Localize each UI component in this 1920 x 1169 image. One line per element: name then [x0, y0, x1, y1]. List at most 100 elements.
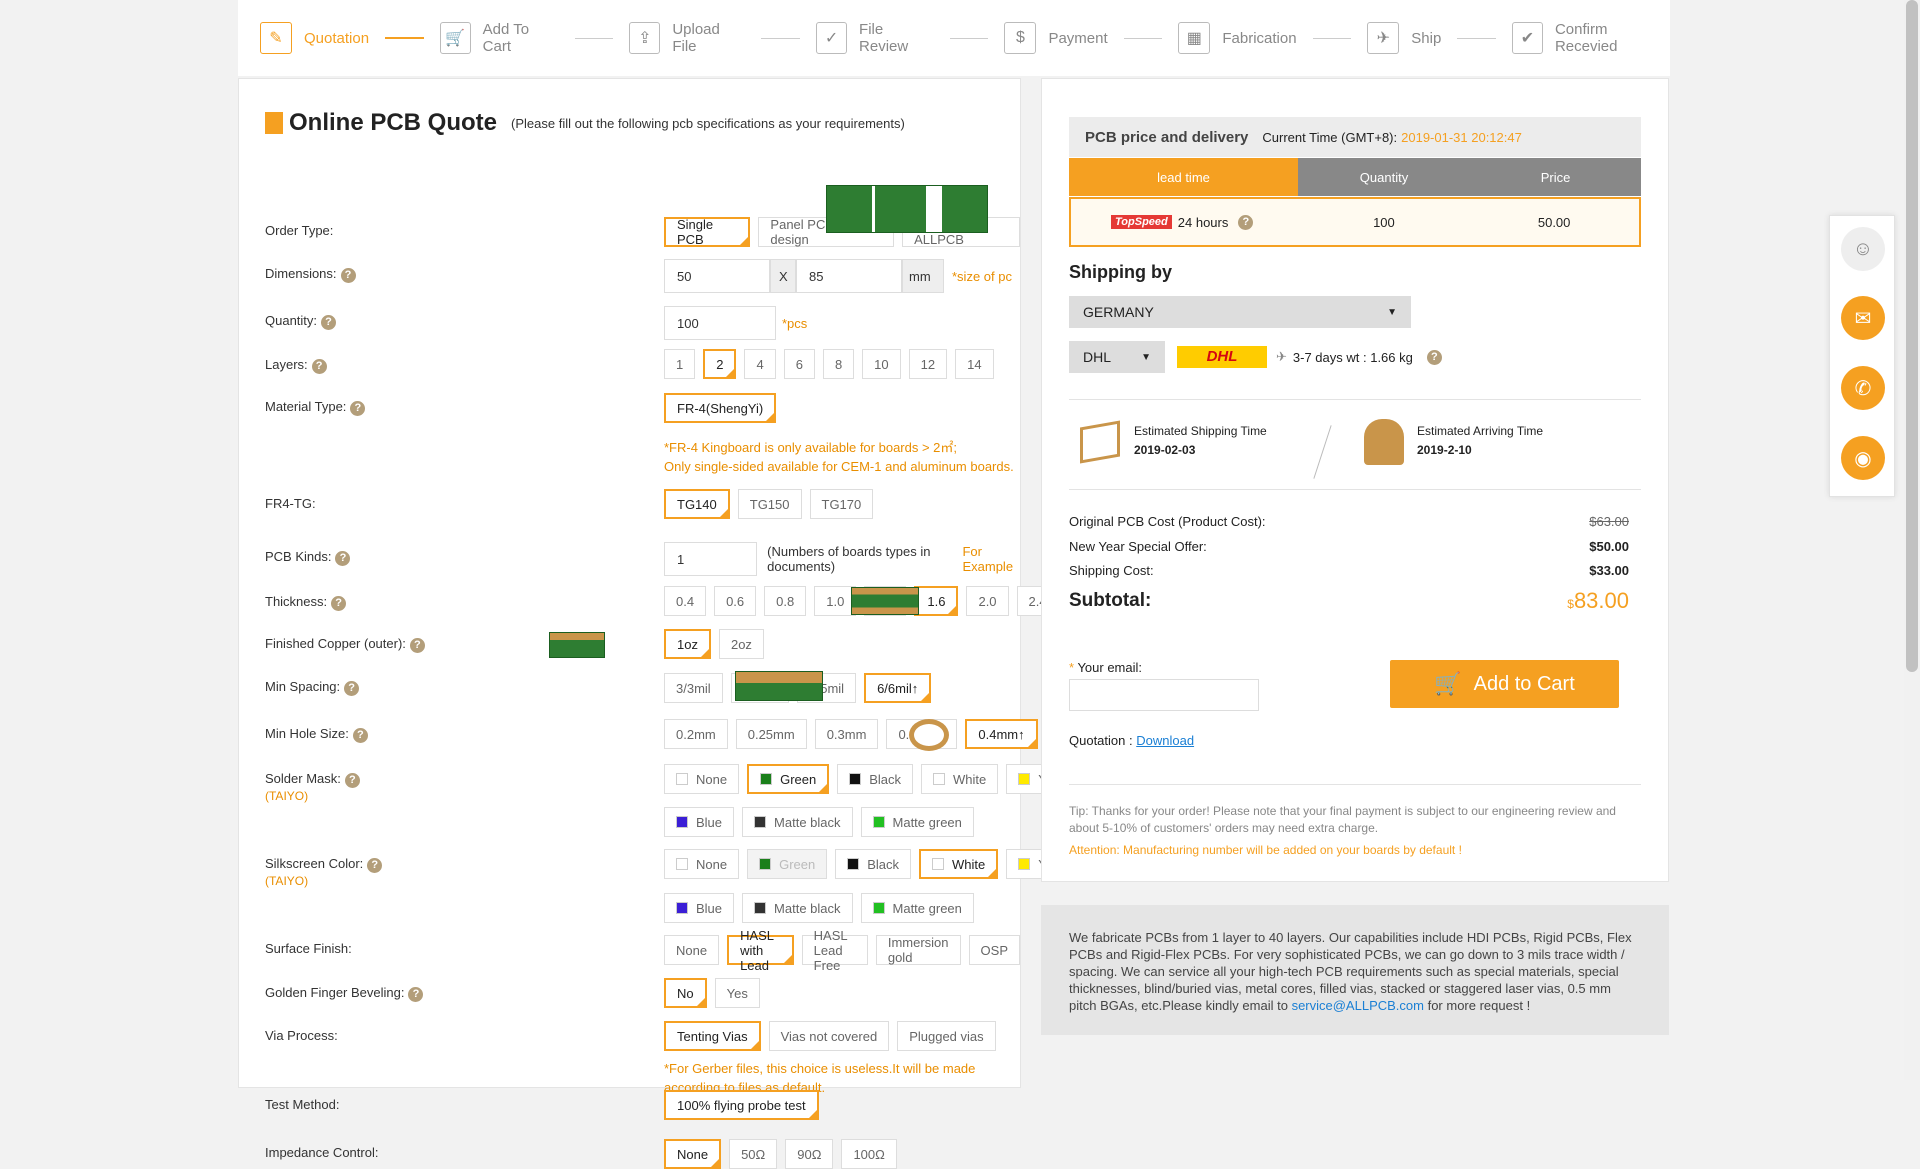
option-solder-3[interactable]: White [921, 764, 999, 794]
help-icon[interactable]: ? [335, 551, 351, 566]
option-thickness-3[interactable]: 1.0 [814, 586, 857, 616]
step-4[interactable]: $ Payment [1004, 22, 1108, 54]
option-test-0[interactable]: 100% flying probe test [664, 1090, 819, 1120]
kinds-input[interactable]: 1 [664, 542, 758, 576]
option-layers-6[interactable]: 12 [908, 349, 948, 379]
page-title: Online PCB Quote (Please fill out the fo… [265, 109, 905, 137]
option-via-0[interactable]: Tenting Vias [664, 1021, 761, 1051]
option-hole-4[interactable]: 0.4mm↑ [965, 719, 1038, 749]
help-icon[interactable]: ? [344, 681, 360, 696]
option-layers-7[interactable]: 14 [955, 349, 994, 379]
option-tg-0[interactable]: TG140 [664, 489, 730, 519]
option-solder2-0[interactable]: Blue [664, 807, 735, 837]
option-hole-1[interactable]: 0.25mm [735, 719, 807, 749]
add-to-cart-button[interactable]: 🛒 Add to Cart [1390, 660, 1619, 708]
option-impedance-2[interactable]: 90Ω [785, 1139, 834, 1169]
height-input[interactable]: 85 [796, 259, 902, 293]
label-quantity: Quantity:? [265, 313, 425, 330]
option-layers-4[interactable]: 8 [822, 349, 855, 379]
option-spacing-0[interactable]: 3/3mil [664, 673, 723, 703]
option-solder-0[interactable]: None [664, 764, 740, 794]
service-email-link[interactable]: service@ALLPCB.com [1292, 998, 1424, 1013]
option-layers-0[interactable]: 1 [664, 349, 696, 379]
scrollbar-thumb[interactable] [1906, 0, 1918, 672]
help-icon[interactable]: ? [1426, 349, 1442, 365]
country-select[interactable]: GERMANY ▼ [1069, 296, 1411, 328]
email-input[interactable] [1069, 679, 1259, 711]
price-row[interactable]: TopSpeed 24 hours ? 100 50.00 [1069, 197, 1641, 247]
option-spacing-3[interactable]: 6/6mil↑ [864, 673, 932, 703]
quantity-input[interactable]: 100 [664, 306, 776, 340]
option-silk-1[interactable]: Green [747, 849, 828, 879]
option-finish-2[interactable]: HASL Lead Free [801, 928, 868, 973]
option-order_type-0[interactable]: Single PCB [664, 217, 751, 247]
option-layers-1[interactable]: 2 [703, 349, 737, 379]
carrier-select[interactable]: DHL ▼ [1069, 341, 1165, 373]
option-tg-1[interactable]: TG150 [737, 489, 802, 519]
option-material-0[interactable]: FR-4(ShengYi) [664, 393, 777, 423]
step-2[interactable]: ⇪ Upload File [629, 21, 745, 55]
help-icon[interactable]: ? [350, 401, 366, 416]
option-finish-0[interactable]: None [664, 935, 720, 965]
option-impedance-0[interactable]: None [664, 1139, 722, 1169]
option-copper-1[interactable]: 2oz [718, 629, 764, 659]
option-thickness-0[interactable]: 0.4 [664, 586, 707, 616]
option-hole-2[interactable]: 0.3mm [814, 719, 879, 749]
help-icon[interactable]: ? [311, 359, 327, 374]
step-1[interactable]: 🛒 Add To Cart [439, 21, 559, 55]
help-icon[interactable]: ? [408, 987, 424, 1002]
help-icon[interactable]: ? [321, 315, 337, 330]
option-hole-0[interactable]: 0.2mm [664, 719, 728, 749]
option-impedance-3[interactable]: 100Ω [841, 1139, 897, 1169]
option-solder-1[interactable]: Green [747, 764, 830, 794]
email-icon[interactable]: ✉ [1841, 296, 1885, 340]
download-link[interactable]: Download [1136, 733, 1194, 748]
options-silk2: Blue Matte black Matte green [664, 893, 974, 923]
option-via-1[interactable]: Vias not covered [768, 1021, 890, 1051]
step-6[interactable]: ✈ Ship [1367, 22, 1441, 54]
option-thickness-1[interactable]: 0.6 [714, 586, 757, 616]
option-thickness-5[interactable]: 1.6 [914, 586, 959, 616]
option-thickness-6[interactable]: 2.0 [966, 586, 1009, 616]
option-solder2-2[interactable]: Matte green [860, 807, 974, 837]
width-input[interactable]: 50 [664, 259, 770, 293]
help-icon[interactable]: ? [367, 858, 383, 873]
option-thickness-2[interactable]: 0.8 [764, 586, 807, 616]
step-0[interactable]: ✎ Quotation [260, 22, 369, 54]
option-gold-0[interactable]: No [664, 978, 707, 1008]
help-icon[interactable]: ? [409, 638, 425, 653]
help-icon[interactable]: ? [352, 728, 368, 743]
step-5[interactable]: ▦ Fabrication [1178, 22, 1297, 54]
step-7[interactable]: ✔ Confirm Recevied [1512, 21, 1670, 55]
option-finish-1[interactable]: HASL with Lead [727, 928, 794, 973]
option-silk-0[interactable]: None [664, 849, 740, 879]
help-icon[interactable]: ? [1238, 214, 1254, 230]
option-tg-2[interactable]: TG170 [809, 489, 874, 519]
option-layers-3[interactable]: 6 [783, 349, 815, 379]
help-icon[interactable]: ? [340, 268, 356, 283]
option-silk-3[interactable]: White [919, 849, 999, 879]
option-via-2[interactable]: Plugged vias [897, 1021, 996, 1051]
option-solder-2[interactable]: Black [837, 764, 914, 794]
option-silk-2[interactable]: Black [835, 849, 912, 879]
help-icon[interactable]: ? [331, 596, 347, 611]
option-layers-2[interactable]: 4 [744, 349, 776, 379]
option-solder2-1[interactable]: Matte black [742, 807, 853, 837]
option-silk2-2[interactable]: Matte green [860, 893, 974, 923]
option-label: Blue [696, 814, 723, 830]
option-impedance-1[interactable]: 50Ω [729, 1139, 778, 1169]
option-silk2-1[interactable]: Matte black [742, 893, 853, 923]
help-icon[interactable]: ? [344, 773, 360, 788]
option-label: Blue [696, 900, 723, 916]
option-finish-4[interactable]: OSP [968, 935, 1020, 965]
option-silk2-0[interactable]: Blue [664, 893, 735, 923]
option-copper-0[interactable]: 1oz [664, 629, 711, 659]
option-layers-5[interactable]: 10 [862, 349, 901, 379]
option-finish-3[interactable]: Immersion gold [875, 935, 961, 965]
support-icon[interactable]: ◉ [1841, 436, 1885, 480]
agent-avatar[interactable]: ☺ [1841, 227, 1885, 271]
example-link[interactable]: For Example [962, 544, 1020, 574]
option-gold-1[interactable]: Yes [714, 978, 760, 1008]
phone-icon[interactable]: ✆ [1841, 366, 1885, 410]
step-3[interactable]: ✓ File Review [816, 21, 934, 55]
